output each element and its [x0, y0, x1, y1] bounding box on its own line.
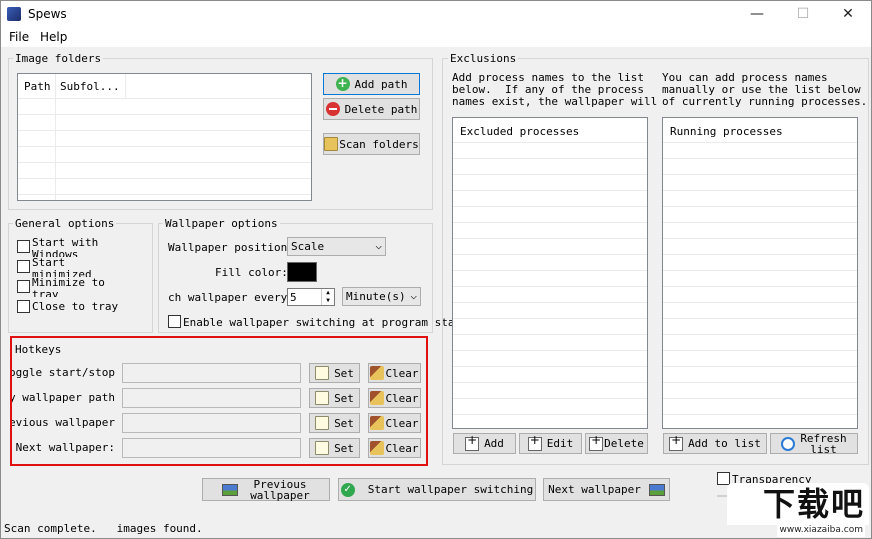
enable-switching-checkbox[interactable]	[168, 315, 181, 328]
close-button[interactable]: ✕	[825, 1, 871, 29]
wallpaper-options-label: Wallpaper options	[163, 217, 280, 230]
close-to-tray-checkbox[interactable]	[17, 300, 30, 313]
hotkeys-highlight-box	[10, 336, 428, 466]
spews-window: Spews — ☐ ✕ File Help Image folders Path…	[0, 0, 872, 539]
running-processes-list[interactable]: Running processes	[662, 117, 858, 429]
title-bar: Spews — ☐ ✕	[1, 1, 871, 29]
delete-path-button[interactable]: Delete path	[323, 98, 420, 120]
next-wallpaper-button[interactable]: Next wallpaper	[543, 478, 670, 501]
minimize-to-tray-checkbox[interactable]	[17, 280, 30, 293]
minimize-to-tray-label: Minimize to tray	[32, 277, 105, 297]
previous-wallpaper-button[interactable]: Previous wallpaper	[202, 478, 330, 501]
exclusions-label: Exclusions	[448, 52, 519, 65]
switch-interval-stepper[interactable]: 5 ▲ ▼	[287, 288, 335, 306]
column-header-path[interactable]: Path	[24, 80, 51, 93]
exclusion-delete-button[interactable]: Delete	[585, 433, 648, 454]
maximize-button[interactable]: ☐	[780, 1, 826, 29]
add-icon: +	[335, 76, 350, 91]
enable-switching-label: Enable wallpaper switching at program st…	[183, 316, 482, 329]
add-icon	[465, 435, 480, 451]
watermark-logo-text: 下载吧	[762, 485, 865, 523]
exclusion-add-button[interactable]: Add	[453, 433, 516, 454]
folder-search-icon	[324, 137, 339, 151]
start-minimized-checkbox[interactable]	[17, 260, 30, 273]
minimize-button[interactable]: —	[734, 1, 780, 29]
image-icon	[222, 483, 239, 496]
watermark: 下载吧 www.xiazaiba.com	[721, 483, 871, 538]
start-with-windows-checkbox[interactable]	[17, 240, 30, 253]
close-to-tray-label: Close to tray	[32, 300, 119, 313]
delete-icon	[325, 102, 340, 116]
running-processes-header: Running processes	[670, 125, 783, 138]
fill-color-label: Fill color:	[215, 266, 288, 279]
image-icon	[648, 483, 665, 496]
excluded-processes-header: Excluded processes	[460, 125, 580, 138]
add-path-button[interactable]: + Add path	[323, 73, 420, 95]
fill-color-swatch[interactable]	[287, 262, 317, 282]
add-to-list-button[interactable]: Add to list	[663, 433, 767, 454]
add-icon	[669, 435, 684, 451]
start-switching-button[interactable]: ✓ Start wallpaper switching	[338, 478, 536, 501]
exclusions-right-description: You can add process names manually or us…	[662, 71, 868, 108]
exclusions-left-description: Add process names to the list below. If …	[452, 72, 658, 108]
chevron-down-icon: ⌵	[410, 289, 417, 302]
menu-help[interactable]: Help	[40, 29, 67, 45]
exclusion-edit-button[interactable]: Edit	[519, 433, 582, 454]
chevron-down-icon: ⌵	[375, 239, 382, 252]
image-folders-label: Image folders	[13, 52, 104, 65]
refresh-icon	[781, 436, 796, 451]
wallpaper-position-select[interactable]: Scale ⌵	[287, 237, 386, 256]
general-options-label: General options	[13, 217, 117, 230]
delete-icon	[589, 435, 604, 451]
switch-unit-select[interactable]: Minute(s) ⌵	[342, 287, 421, 306]
column-header-subfolders[interactable]: Subfol...	[60, 80, 120, 93]
scan-folders-button[interactable]: Scan folders	[323, 133, 420, 155]
wallpaper-position-label: Wallpaper position:	[168, 241, 294, 254]
start-with-windows-label: Start with Windows	[32, 237, 99, 257]
menu-bar: File Help	[1, 29, 871, 47]
check-icon: ✓	[340, 482, 355, 497]
image-folders-list[interactable]: Path Subfol...	[17, 73, 312, 201]
stepper-arrows-icon[interactable]: ▲ ▼	[321, 289, 334, 305]
menu-file[interactable]: File	[9, 29, 29, 45]
start-minimized-label: Start minimized	[32, 257, 92, 277]
switch-every-label: ch wallpaper every:	[168, 291, 294, 304]
status-text: Scan complete. images found.	[4, 522, 203, 535]
watermark-url: www.xiazaiba.com	[777, 524, 865, 537]
edit-icon	[527, 435, 542, 451]
refresh-list-button[interactable]: Refresh list	[770, 433, 858, 455]
excluded-processes-list[interactable]: Excluded processes	[452, 117, 648, 429]
app-icon	[7, 7, 21, 21]
window-title: Spews	[28, 7, 67, 21]
